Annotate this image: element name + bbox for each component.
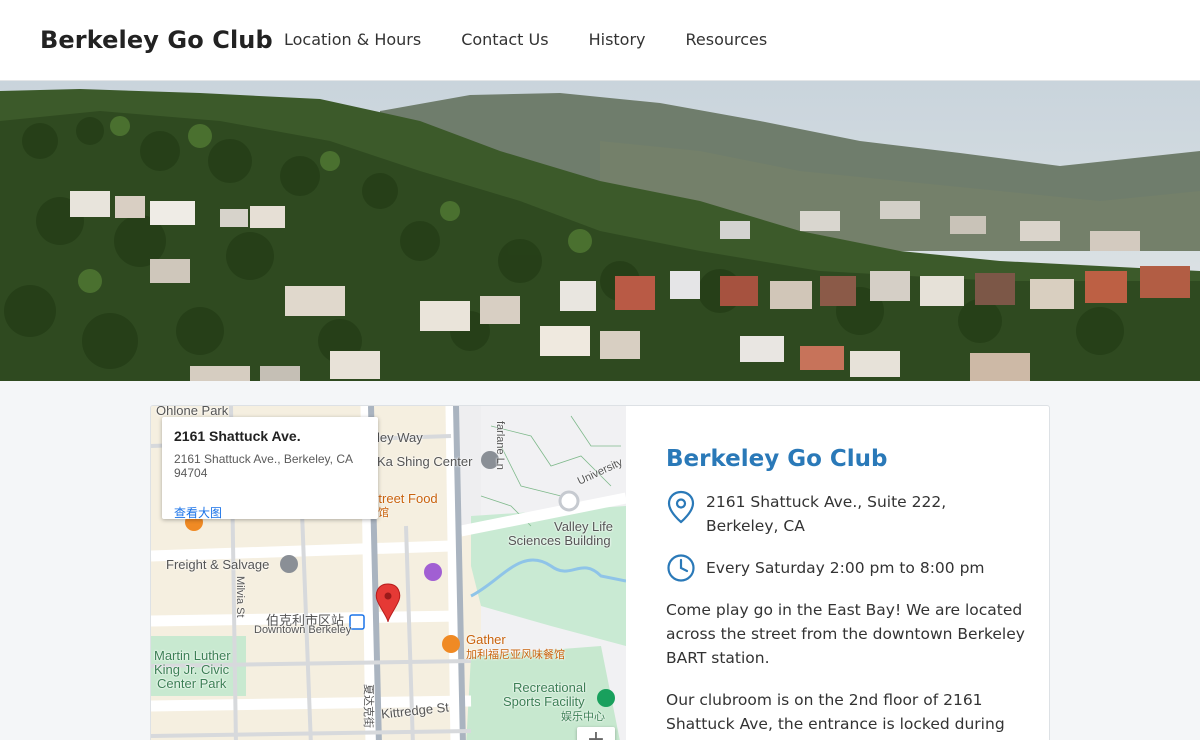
location-pin-icon: [666, 490, 696, 531]
nav-history[interactable]: History: [589, 30, 646, 49]
map-zoom-in-button[interactable]: +: [577, 727, 615, 740]
main-nav: Location & Hours Contact Us History Reso…: [284, 30, 767, 49]
map-label-mlk-2: King Jr. Civic: [154, 662, 230, 677]
popup-address: 2161 Shattuck Ave., Berkeley, CA 94704: [174, 452, 353, 480]
map-label-rec-2: Sports Facility: [503, 694, 585, 709]
embedded-map[interactable]: Ohlone Park ley Way Ka Shing Center farl…: [151, 406, 626, 740]
site-brand[interactable]: Berkeley Go Club: [40, 26, 273, 54]
map-label-street-food-cn: 馆: [378, 507, 389, 519]
intro-paragraph: Come play go in the East Bay! We are loc…: [666, 601, 1025, 667]
club-title: Berkeley Go Club: [666, 446, 888, 472]
address-line-1: 2161 Shattuck Ave., Suite 222,: [706, 493, 947, 511]
popup-title: 2161 Shattuck Ave.: [174, 428, 301, 444]
map-label-gather-cn: 加利福尼亚风味餐馆: [466, 649, 565, 661]
clubroom-paragraph: Our clubroom is on the 2nd floor of 2161…: [666, 691, 1005, 733]
map-label-farlane: farlane Ln: [494, 421, 506, 470]
map-label-freight-salvage: Freight & Salvage: [166, 557, 270, 572]
map-label-hearst-way: ley Way: [377, 430, 423, 445]
map-label-valley-life: Valley Life: [554, 519, 614, 534]
view-larger-map-link[interactable]: 查看大图: [174, 504, 222, 521]
club-info: Berkeley Go Club 2161 Shattuck Ave., Sui…: [666, 446, 1026, 736]
hours-row: Every Saturday 2:00 pm to 8:00 pm: [666, 554, 1026, 582]
nav-contact-us[interactable]: Contact Us: [461, 30, 548, 49]
hero-image-berkeley-hills: [0, 81, 1200, 381]
map-label-rec-cn: 娱乐中心: [561, 711, 605, 723]
address-row: 2161 Shattuck Ave., Suite 222, Berkeley,…: [666, 490, 1026, 538]
map-label-mlk-1: Martin Luther: [154, 648, 231, 663]
map-label-sciences-building: Sciences Building: [508, 533, 611, 548]
site-header: Berkeley Go Club Location & Hours Contac…: [0, 0, 1200, 81]
map-label-ka-shing: Ka Shing Center: [377, 454, 473, 469]
map-label-rec-1: Recreational: [513, 680, 586, 695]
nav-resources[interactable]: Resources: [686, 30, 768, 49]
nav-location-hours[interactable]: Location & Hours: [284, 30, 421, 49]
map-label-shattuck-cn: 夏达克街: [362, 684, 374, 728]
map-label-downtown-berkeley: Downtown Berkeley: [254, 624, 352, 636]
address-line-2: Berkeley, CA: [706, 517, 805, 535]
map-label-gather: Gather: [466, 632, 506, 647]
map-info-popup: 2161 Shattuck Ave. 2161 Shattuck Ave., B…: [162, 417, 378, 521]
hours-text: Every Saturday 2:00 pm to 8:00 pm: [706, 559, 985, 577]
location-card: Ohlone Park ley Way Ka Shing Center farl…: [150, 405, 1050, 740]
map-label-mlk-3: Center Park: [157, 676, 227, 691]
map-label-milvia: Milvia St: [234, 576, 246, 618]
clock-icon: [666, 553, 696, 590]
